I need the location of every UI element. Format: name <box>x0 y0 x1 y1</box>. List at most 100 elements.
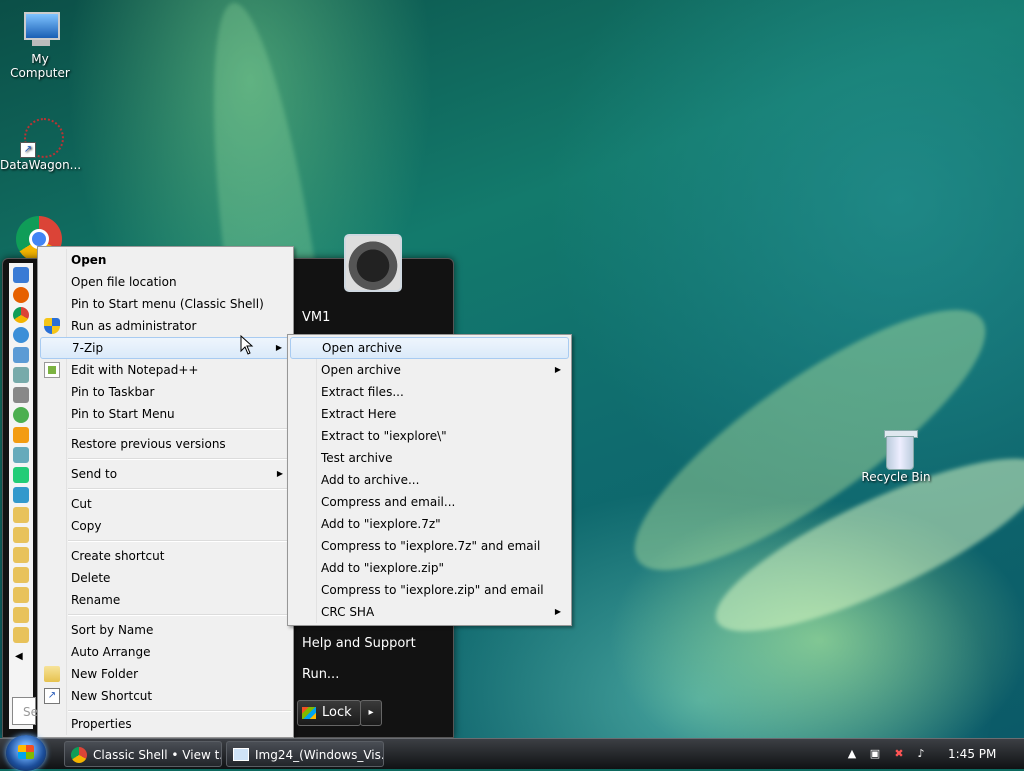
start-menu-help-and-support[interactable]: Help and Support <box>302 636 416 651</box>
window-icon <box>233 748 249 761</box>
folder-icon[interactable] <box>13 607 29 623</box>
menu-item-sort-by-name[interactable]: Sort by Name <box>40 619 291 641</box>
start-button[interactable] <box>6 735 46 771</box>
lock-button[interactable]: Lock <box>297 700 361 726</box>
menu-separator <box>68 428 291 430</box>
menu-item-create-shortcut[interactable]: Create shortcut <box>40 545 291 567</box>
volume-icon[interactable]: ♪ <box>914 747 928 761</box>
ie-icon[interactable] <box>13 327 29 343</box>
7zip-submenu: Open archive Open archive ▶ Extract files… <box>287 334 572 626</box>
submenu-arrow-icon: ▶ <box>276 469 283 478</box>
chrome-icon[interactable] <box>13 307 29 323</box>
submenu-item-test-archive[interactable]: Test archive <box>290 447 569 469</box>
menu-item-properties[interactable]: Properties <box>40 713 291 735</box>
submenu-item-open-archive[interactable]: Open archive <box>290 337 569 359</box>
folder-icon[interactable] <box>13 547 29 563</box>
menu-separator <box>68 540 291 542</box>
lock-options-button[interactable]: ▸ <box>360 700 382 726</box>
taskbar-button-img24[interactable]: Img24_(Windows_Vis... <box>226 741 384 767</box>
action-center-icon[interactable]: ✖ <box>892 747 906 761</box>
desktop-icon-label: My Computer <box>10 52 70 80</box>
taskbar: Classic Shell • View t... Img24_(Windows… <box>0 735 1024 771</box>
folder-icon[interactable] <box>13 587 29 603</box>
lock-icon <box>302 706 316 719</box>
menu-item-restore-previous-versions[interactable]: Restore previous versions <box>40 433 291 455</box>
menu-item-open-file-location[interactable]: Open file location <box>40 271 291 293</box>
windows-logo-icon <box>18 745 34 759</box>
menu-item-auto-arrange[interactable]: Auto Arrange <box>40 641 291 663</box>
mouse-cursor-icon <box>240 335 254 355</box>
notepad-plus-plus-icon <box>44 362 60 378</box>
recycle-bin-icon <box>876 428 918 470</box>
submenu-arrow-icon: ▶ <box>275 343 282 352</box>
menu-item-open[interactable]: Open <box>40 249 291 271</box>
desktop-icon-my-computer[interactable]: My Computer <box>0 10 80 80</box>
show-hidden-icons-button[interactable]: ▲ <box>845 747 859 761</box>
menu-item-pin-start-classic[interactable]: Pin to Start menu (Classic Shell) <box>40 293 291 315</box>
taskbar-button-classic-shell[interactable]: Classic Shell • View t... <box>64 741 222 767</box>
submenu-arrow-icon: ▶ <box>554 365 561 374</box>
start-menu-search-input[interactable]: Se <box>12 697 38 725</box>
desktop-icon-label: DataWagon... <box>0 158 82 172</box>
menu-item-send-to[interactable]: Send to ▶ <box>40 463 291 485</box>
submenu-arrow-icon: ▶ <box>554 607 561 616</box>
media-icon[interactable] <box>13 427 29 443</box>
start-menu-program-list: ◀ <box>9 263 33 729</box>
submenu-item-add-to-archive[interactable]: Add to archive... <box>290 469 569 491</box>
chrome-icon <box>71 747 87 763</box>
datawagon-icon: ↗ <box>20 116 64 158</box>
context-menu: Open Open file location Pin to Start men… <box>37 246 294 738</box>
submenu-item-compress-7z-email[interactable]: Compress to "iexplore.7z" and email <box>290 535 569 557</box>
menu-separator <box>68 458 291 460</box>
menu-separator <box>68 488 291 490</box>
menu-item-cut[interactable]: Cut <box>40 493 291 515</box>
menu-item-rename[interactable]: Rename <box>40 589 291 611</box>
menu-item-new-folder[interactable]: New Folder <box>40 663 291 685</box>
shortcut-icon: ↗ <box>44 688 60 704</box>
desktop-icon-recycle-bin[interactable]: Recycle Bin <box>856 428 936 484</box>
submenu-item-open-archive-sub[interactable]: Open archive ▶ <box>290 359 569 381</box>
menu-item-pin-start-menu[interactable]: Pin to Start Menu <box>40 403 291 425</box>
menu-item-copy[interactable]: Copy <box>40 515 291 537</box>
folder-icon[interactable] <box>13 567 29 583</box>
menu-separator <box>68 710 291 712</box>
submenu-item-compress-zip-email[interactable]: Compress to "iexplore.zip" and email <box>290 579 569 601</box>
back-arrow-icon[interactable]: ◀ <box>15 651 33 662</box>
program-icon[interactable] <box>13 347 29 363</box>
program-icon[interactable] <box>13 487 29 503</box>
computer-icon <box>20 10 60 50</box>
program-icon[interactable] <box>13 367 29 383</box>
submenu-item-extract-here[interactable]: Extract Here <box>290 403 569 425</box>
user-avatar[interactable] <box>344 234 402 292</box>
menu-item-pin-taskbar[interactable]: Pin to Taskbar <box>40 381 291 403</box>
start-menu-user-name[interactable]: VM1 <box>302 310 330 325</box>
desktop-icon-datawagon[interactable]: ↗ DataWagon... <box>0 116 82 172</box>
submenu-item-add-to-7z[interactable]: Add to "iexplore.7z" <box>290 513 569 535</box>
submenu-item-extract-to[interactable]: Extract to "iexplore\" <box>290 425 569 447</box>
folder-icon[interactable] <box>13 507 29 523</box>
submenu-item-extract-files[interactable]: Extract files... <box>290 381 569 403</box>
menu-item-delete[interactable]: Delete <box>40 567 291 589</box>
program-icon[interactable] <box>13 407 29 423</box>
program-icon[interactable] <box>13 267 29 283</box>
start-menu-run[interactable]: Run... <box>302 667 339 682</box>
menu-separator <box>68 614 291 616</box>
submenu-item-compress-and-email[interactable]: Compress and email... <box>290 491 569 513</box>
program-icon[interactable] <box>13 467 29 483</box>
network-icon[interactable]: ▣ <box>868 747 882 761</box>
menu-item-label: New Folder <box>71 667 139 681</box>
submenu-item-crc-sha[interactable]: CRC SHA ▶ <box>290 601 569 623</box>
folder-icon[interactable] <box>13 627 29 643</box>
menu-item-edit-notepad[interactable]: Edit with Notepad++ <box>40 359 291 381</box>
menu-item-new-shortcut[interactable]: ↗ New Shortcut <box>40 685 291 707</box>
folder-icon[interactable] <box>13 527 29 543</box>
taskbar-clock[interactable]: 1:45 PM <box>948 739 996 769</box>
menu-item-label: Open archive <box>321 363 401 377</box>
menu-item-label: Run as administrator <box>71 319 197 333</box>
program-icon[interactable] <box>13 387 29 403</box>
lock-label: Lock <box>322 705 352 720</box>
menu-item-run-as-administrator[interactable]: Run as administrator <box>40 315 291 337</box>
firefox-icon[interactable] <box>13 287 29 303</box>
submenu-item-add-to-zip[interactable]: Add to "iexplore.zip" <box>290 557 569 579</box>
program-icon[interactable] <box>13 447 29 463</box>
